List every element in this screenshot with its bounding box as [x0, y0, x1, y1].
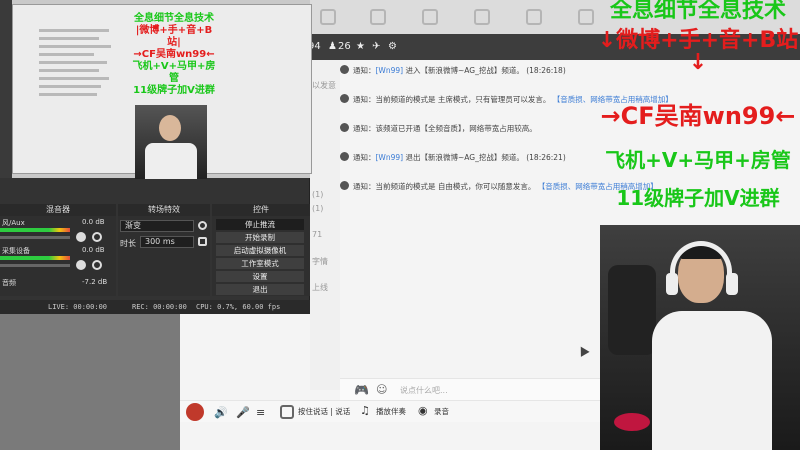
- start-recording-button[interactable]: 开始录制: [216, 232, 304, 243]
- controls-panel-title: 控件: [212, 204, 310, 216]
- stepper-icon[interactable]: [198, 237, 207, 246]
- info-icon: [340, 181, 349, 190]
- menu-icon[interactable]: [578, 9, 594, 25]
- mixer-panel-title: 混音器: [0, 204, 116, 216]
- list-item: 通知：当前频道的模式是 自由模式，你可以随意发言。 【音质损、网络带宽占用稍高增…: [340, 180, 658, 200]
- record-button[interactable]: 录音: [434, 406, 449, 417]
- speaker-icon[interactable]: [76, 232, 86, 242]
- info-icon: [340, 94, 349, 103]
- emoji-icon[interactable]: ☺: [376, 383, 387, 396]
- preview-webcam: [135, 105, 207, 179]
- speaker-icon[interactable]: [76, 260, 86, 270]
- talk-icon[interactable]: [280, 405, 294, 419]
- volume-slider[interactable]: [0, 264, 70, 267]
- cloud-icon[interactable]: [474, 9, 490, 25]
- exit-button[interactable]: 退出: [216, 284, 304, 295]
- mouse-icon: [614, 413, 650, 431]
- star-icon[interactable]: ★: [356, 41, 365, 52]
- studio-mode-button[interactable]: 工作室模式: [216, 258, 304, 269]
- channel-list-fragment: 以发意 (1) (1) 71 字情 上线: [310, 60, 340, 390]
- gamepad-icon[interactable]: 🎮: [354, 383, 369, 397]
- desktop-background: [0, 314, 180, 450]
- user-icon: ♟: [328, 41, 337, 52]
- volume-meter: [0, 228, 70, 232]
- duration-input[interactable]: 300 ms: [140, 236, 194, 248]
- stop-streaming-button[interactable]: 停止推流: [216, 219, 304, 230]
- controls-panel: 停止推流 开始录制 启动虚拟摄像机 工作室模式 设置 退出: [212, 216, 310, 296]
- settings-button[interactable]: 设置: [216, 271, 304, 282]
- gear-icon[interactable]: [92, 260, 102, 270]
- preview-overlay-text: 全息细节全息技术 |微博+手+音+B站| →CF吴南wn99← 飞机+V+马甲+…: [132, 13, 216, 96]
- settings-icon[interactable]: ⚙: [388, 41, 397, 52]
- obs-status-bar: LIVE: 00:00:00 REC: 00:00:00 CPU: 0.7%, …: [0, 300, 310, 314]
- home-icon[interactable]: [320, 9, 336, 25]
- member-count: 26: [338, 41, 351, 52]
- info-icon: [340, 123, 349, 132]
- list-item: 通知：当前频道的模式是 主席模式，只有管理员可以发言。 【音质损、网络带宽占用稍…: [340, 93, 673, 113]
- info-icon: [340, 65, 349, 74]
- mail-icon[interactable]: [526, 9, 542, 25]
- live-timer: LIVE: 00:00:00: [48, 303, 108, 311]
- transitions-panel-title: 转场特效: [118, 204, 210, 216]
- preview-screen: 全息细节全息技术 |微博+手+音+B站| →CF吴南wn99← 飞机+V+马甲+…: [12, 4, 312, 179]
- transition-select[interactable]: 渐变: [120, 220, 194, 232]
- chat-bottom-toolbar: 🔊 🎤 ≡ 按住说话 | 说话 ♫ 播放伴奏 ◉ 录音: [180, 400, 620, 422]
- speaker-icon[interactable]: 🔊: [214, 406, 228, 419]
- music-icon[interactable]: ♫: [360, 404, 370, 417]
- gear-icon[interactable]: [198, 221, 207, 230]
- record-icon[interactable]: ◉: [418, 404, 428, 417]
- hold-to-talk-button[interactable]: 按住说话 | 说话: [298, 406, 350, 417]
- obs-dock-panels: 混音器 转场特效 控件 风/Aux 0.0 dB 采集设备 0.0 dB 音频 …: [0, 204, 310, 296]
- audio-mixer: 风/Aux 0.0 dB 采集设备 0.0 dB 音频 -7.2 dB: [0, 216, 116, 296]
- cpu-readout: CPU: 0.7%, 60.00 fps: [196, 303, 281, 311]
- document-icon[interactable]: [370, 9, 386, 25]
- webcam-feed: [600, 225, 800, 450]
- list-item: 通知：[Wn99] 退出【新浪微博~AG_挖战】频道。 (18:26:21): [340, 151, 640, 171]
- warning-icon[interactable]: [422, 9, 438, 25]
- volume-meter: [0, 256, 70, 260]
- message-list: 通知：[Wn99] 进入【新浪微博~AG_挖战】频道。 (18:26:18) 通…: [340, 64, 673, 364]
- list-item: 通知：[Wn99] 进入【新浪微博~AG_挖战】频道。 (18:26:18): [340, 64, 640, 84]
- plane-icon[interactable]: ✈: [372, 41, 380, 52]
- equalizer-icon[interactable]: ≡: [256, 406, 265, 419]
- scene-transitions: 渐变 时长 300 ms: [118, 216, 210, 296]
- headset-icon: [670, 241, 732, 291]
- gear-icon[interactable]: [92, 232, 102, 242]
- volume-slider[interactable]: [0, 236, 70, 239]
- rec-timer: REC: 00:00:00: [132, 303, 187, 311]
- list-item: 通知：该频道已开通【全频音质】，网络带宽占用较高。: [340, 122, 640, 142]
- play-music-button[interactable]: 播放伴奏: [376, 406, 406, 417]
- start-virtual-camera-button[interactable]: 启动虚拟摄像机: [216, 245, 304, 256]
- microphone-icon[interactable]: 🎤: [236, 406, 250, 419]
- avatar[interactable]: [186, 403, 204, 421]
- obs-preview[interactable]: 全息细节全息技术 |微博+手+音+B站| →CF吴南wn99← 飞机+V+马甲+…: [0, 0, 312, 179]
- info-icon: [340, 152, 349, 161]
- chat-input[interactable]: 说点什么吧...: [400, 385, 448, 396]
- obs-window: 全息细节全息技术 |微博+手+音+B站| →CF吴南wn99← 飞机+V+马甲+…: [0, 0, 312, 314]
